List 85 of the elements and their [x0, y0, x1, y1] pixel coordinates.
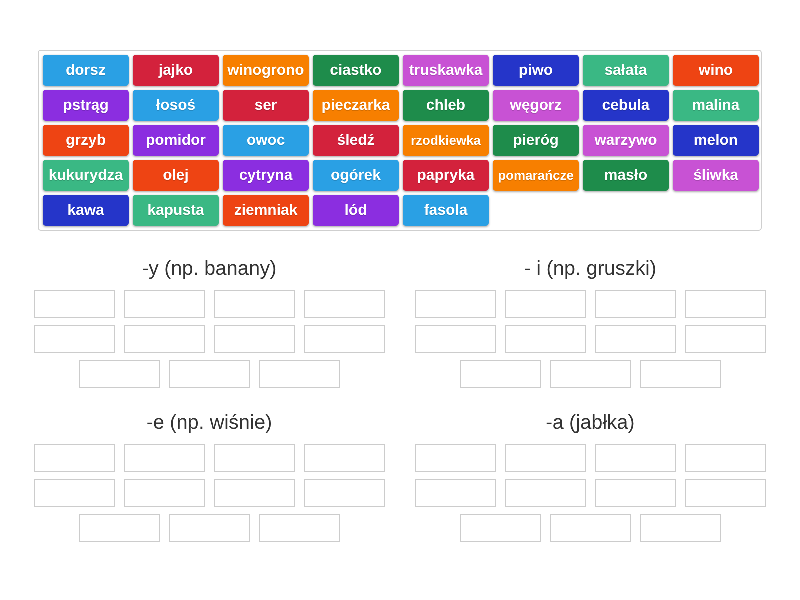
answer-box[interactable]: [685, 444, 766, 472]
answer-box[interactable]: [640, 360, 721, 388]
answer-box[interactable]: [214, 479, 295, 507]
word-tile[interactable]: sałata: [583, 55, 669, 86]
word-tile[interactable]: kawa: [43, 195, 129, 226]
word-tile[interactable]: melon: [673, 125, 759, 156]
word-tile[interactable]: cebula: [583, 90, 669, 121]
word-tile[interactable]: pieróg: [493, 125, 579, 156]
answer-box[interactable]: [34, 444, 115, 472]
answer-box[interactable]: [415, 290, 496, 318]
word-tile[interactable]: winogrono: [223, 55, 309, 86]
word-tile[interactable]: grzyb: [43, 125, 129, 156]
answer-box[interactable]: [34, 290, 115, 318]
answer-box[interactable]: [124, 290, 205, 318]
answer-box[interactable]: [685, 479, 766, 507]
word-tile[interactable]: pieczarka: [313, 90, 399, 121]
answer-box[interactable]: [124, 479, 205, 507]
word-tile[interactable]: olej: [133, 160, 219, 191]
word-tile[interactable]: fasola: [403, 195, 489, 226]
word-tile[interactable]: węgorz: [493, 90, 579, 121]
answer-box[interactable]: [595, 325, 676, 353]
word-tile[interactable]: pomidor: [133, 125, 219, 156]
word-tile[interactable]: lód: [313, 195, 399, 226]
answer-box[interactable]: [505, 444, 586, 472]
word-tile[interactable]: dorsz: [43, 55, 129, 86]
answer-box[interactable]: [304, 444, 385, 472]
word-tile[interactable]: chleb: [403, 90, 489, 121]
answer-box[interactable]: [505, 290, 586, 318]
word-tile[interactable]: kukurydza: [43, 160, 129, 191]
word-tile[interactable]: warzywo: [583, 125, 669, 156]
answer-box[interactable]: [550, 360, 631, 388]
answer-box[interactable]: [214, 444, 295, 472]
word-tile[interactable]: ciastko: [313, 55, 399, 86]
word-tile[interactable]: jajko: [133, 55, 219, 86]
word-tile[interactable]: ziemniak: [223, 195, 309, 226]
answer-box[interactable]: [259, 360, 340, 388]
answer-box[interactable]: [595, 444, 676, 472]
answer-box[interactable]: [169, 514, 250, 542]
answer-box[interactable]: [79, 514, 160, 542]
answer-box[interactable]: [79, 360, 160, 388]
group-title: -y (np. banany): [141, 257, 278, 282]
word-tile[interactable]: ogórek: [313, 160, 399, 191]
answer-box[interactable]: [214, 325, 295, 353]
answer-box[interactable]: [124, 444, 205, 472]
answer-box[interactable]: [415, 325, 496, 353]
group-title: - i (np. gruszki): [523, 257, 658, 282]
answer-box[interactable]: [34, 325, 115, 353]
word-tile[interactable]: malina: [673, 90, 759, 121]
word-tile[interactable]: łosoś: [133, 90, 219, 121]
word-tile[interactable]: pomarańcze: [493, 160, 579, 191]
answer-box[interactable]: [640, 514, 721, 542]
answer-box[interactable]: [685, 325, 766, 353]
answer-box[interactable]: [460, 514, 541, 542]
answer-box[interactable]: [415, 444, 496, 472]
answer-box[interactable]: [595, 479, 676, 507]
word-tile[interactable]: owoc: [223, 125, 309, 156]
answer-box[interactable]: [214, 290, 295, 318]
answer-box[interactable]: [259, 514, 340, 542]
word-tile[interactable]: papryka: [403, 160, 489, 191]
answer-box[interactable]: [595, 290, 676, 318]
answer-box[interactable]: [685, 290, 766, 318]
answer-box[interactable]: [304, 325, 385, 353]
answer-box[interactable]: [505, 325, 586, 353]
group-title: -e (np. wiśnie): [146, 411, 274, 436]
answer-box[interactable]: [415, 479, 496, 507]
word-tile[interactable]: truskawka: [403, 55, 489, 86]
word-tile[interactable]: ser: [223, 90, 309, 121]
answer-box[interactable]: [169, 360, 250, 388]
word-tile[interactable]: wino: [673, 55, 759, 86]
answer-box[interactable]: [550, 514, 631, 542]
answer-box[interactable]: [304, 290, 385, 318]
word-tile[interactable]: piwo: [493, 55, 579, 86]
word-tile[interactable]: śledź: [313, 125, 399, 156]
answer-box[interactable]: [304, 479, 385, 507]
word-tile[interactable]: kapusta: [133, 195, 219, 226]
group-title: -a (jabłka): [545, 411, 636, 436]
answer-box[interactable]: [505, 479, 586, 507]
word-tile[interactable]: masło: [583, 160, 669, 191]
answer-box[interactable]: [124, 325, 205, 353]
word-tile[interactable]: rzodkiewka: [403, 125, 489, 156]
word-tile[interactable]: pstrąg: [43, 90, 129, 121]
answer-box[interactable]: [34, 479, 115, 507]
answer-box[interactable]: [460, 360, 541, 388]
word-tile[interactable]: śliwka: [673, 160, 759, 191]
word-tile[interactable]: cytryna: [223, 160, 309, 191]
